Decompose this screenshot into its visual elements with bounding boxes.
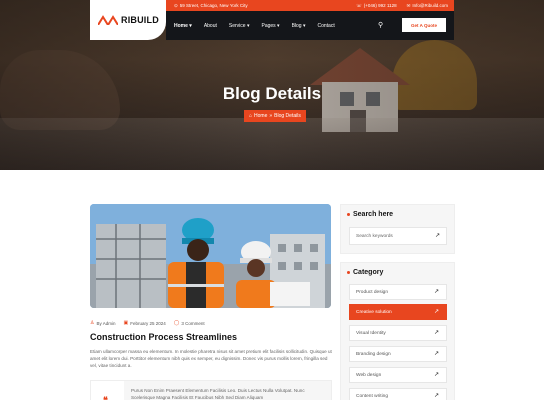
home-icon: ⌂ <box>249 113 253 119</box>
category-item[interactable]: Content writing ↗ <box>349 388 447 400</box>
nav-about[interactable]: About <box>204 23 217 29</box>
category-item[interactable]: Web design ↗ <box>349 367 447 383</box>
logo-mark-icon <box>98 15 118 25</box>
logo[interactable]: RIBUILD <box>90 0 166 40</box>
breadcrumb-separator: » <box>269 113 273 119</box>
nav-pages[interactable]: Pages ▾ <box>261 23 279 29</box>
post-comments[interactable]: 3 Comment <box>181 321 204 326</box>
nav-service[interactable]: Service ▾ <box>229 23 250 29</box>
calendar-icon: ▣ <box>123 320 129 326</box>
quote-text: Purus Non Enim Praesent Elementum Facili… <box>131 388 305 400</box>
post-meta: ♙ By Admin ▣ February 25 2024 ◯ 3 Comment <box>90 320 205 326</box>
arrow-up-right-icon: ↗ <box>433 351 439 357</box>
category-widget: Category Product design ↗ Creative soluti… <box>340 262 455 400</box>
title-bullet-icon <box>347 213 350 216</box>
address-text: 59 Street, Chicago, New York City <box>179 3 248 8</box>
post-title: Construction Process Streamlines <box>90 332 238 342</box>
nav-blog[interactable]: Blog ▾ <box>292 23 306 29</box>
search-widget-title: Search here <box>353 211 394 218</box>
breadcrumb-home[interactable]: Home <box>254 110 267 122</box>
post-featured-image <box>90 204 331 308</box>
post-author[interactable]: By Admin <box>96 321 115 326</box>
category-widget-title: Category <box>353 269 384 276</box>
comment-icon: ◯ <box>173 320 180 326</box>
post-excerpt: Etiam ullamcorper massa eu elementum. In… <box>90 349 332 368</box>
category-item[interactable]: Branding design ↗ <box>349 346 447 362</box>
nav-home[interactable]: Home ▾ <box>174 23 192 29</box>
category-item[interactable]: Visual Identity ↗ <box>349 325 447 341</box>
arrow-up-right-icon: ↗ <box>433 372 439 378</box>
search-input[interactable]: Search keywords ↗ <box>349 227 447 245</box>
arrow-up-right-icon: ↗ <box>433 289 439 295</box>
email-link[interactable]: Info@Ribuild.com <box>412 3 448 8</box>
search-icon[interactable]: ⚲ <box>378 21 383 29</box>
phone-icon: ☏ <box>356 2 362 8</box>
title-bullet-icon <box>347 271 350 274</box>
breadcrumb: ⌂ Home » Blog Details <box>244 110 306 122</box>
quote-icon: ❝ <box>103 395 108 400</box>
arrow-up-right-icon[interactable]: ↗ <box>435 232 440 239</box>
arrow-up-right-icon: ↗ <box>433 309 439 315</box>
get-quote-button[interactable]: Get A Quote <box>402 18 446 32</box>
user-icon: ♙ <box>90 320 95 326</box>
phone-link[interactable]: (+046) 992 1128 <box>364 3 397 8</box>
category-item[interactable]: Product design ↗ <box>349 284 447 300</box>
search-widget: Search here Search keywords ↗ <box>340 204 455 254</box>
breadcrumb-current: Blog Details <box>274 113 301 119</box>
search-placeholder: Search keywords <box>356 233 393 239</box>
logo-text: RIBUILD <box>121 15 159 25</box>
top-info-bar: ⊙ 59 Street, Chicago, New York City ☏ (+… <box>166 0 454 11</box>
arrow-up-right-icon: ↗ <box>433 330 439 336</box>
arrow-up-right-icon: ↗ <box>433 393 439 399</box>
post-date: February 25 2024 <box>130 320 166 326</box>
nav-contact[interactable]: Contact <box>318 23 335 29</box>
main-navbar: Home ▾ About Service ▾ Pages ▾ Blog ▾ Co… <box>166 11 454 40</box>
location-pin-icon: ⊙ <box>174 2 178 8</box>
mail-icon: ✉ <box>406 2 411 8</box>
post-blockquote: ❝ Purus Non Enim Praesent Elementum Faci… <box>90 380 332 400</box>
category-item-active[interactable]: Creative solution ↗ <box>349 304 447 320</box>
page-title: Blog Details <box>222 84 322 103</box>
